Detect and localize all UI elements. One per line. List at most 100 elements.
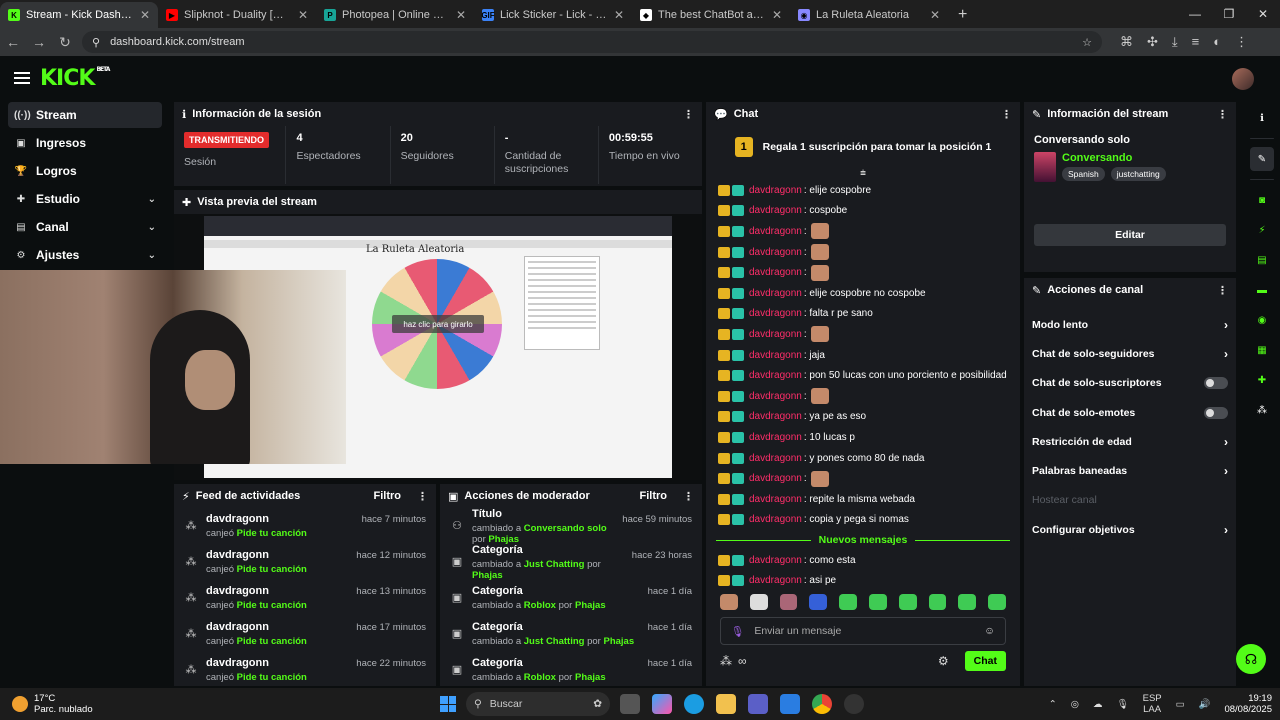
browser-tab[interactable]: K Stream - Kick Dashboard ✕ — [0, 2, 158, 28]
feed-filter-button[interactable]: Filtro — [374, 490, 402, 502]
emote-icon[interactable] — [749, 594, 768, 611]
cloud-icon[interactable]: ☁ — [1093, 699, 1103, 710]
more-options-icon[interactable]: ⋮ — [1217, 108, 1228, 121]
channel-action-item[interactable]: Modo lento › — [1024, 310, 1236, 339]
scroll-anchor-icon[interactable]: ⩧ — [706, 168, 1020, 180]
channel-action-item[interactable]: Chat de solo-emotes — [1024, 398, 1236, 427]
kick-logo[interactable]: KICK BETA — [40, 66, 110, 91]
feed-user[interactable]: davdragonn — [206, 585, 348, 597]
category-name[interactable]: Conversando — [1062, 152, 1166, 164]
forward-icon[interactable]: → — [26, 34, 52, 50]
windows-start-icon[interactable] — [440, 696, 456, 712]
tray-app-icon[interactable]: ◎ — [1071, 699, 1079, 710]
edge-icon[interactable] — [684, 694, 704, 714]
network-icon[interactable]: ▭ — [1176, 699, 1185, 710]
url-field[interactable]: ⚲ dashboard.kick.com/stream ☆ — [82, 31, 1102, 53]
obs-icon[interactable] — [844, 694, 864, 714]
new-tab-button[interactable]: + — [948, 2, 977, 28]
chat-username[interactable]: davdragonn — [749, 267, 802, 278]
emote-icon[interactable] — [779, 594, 798, 611]
mod-filter-button[interactable]: Filtro — [640, 490, 668, 502]
download-icon[interactable]: ⤓ — [1172, 34, 1178, 50]
chat-username[interactable]: davdragonn — [749, 247, 802, 258]
lightning-icon[interactable]: ⚡ — [1250, 218, 1274, 242]
reading-list-icon[interactable]: ≡ — [1192, 34, 1200, 50]
feed-user[interactable]: davdragonn — [206, 621, 348, 633]
chevron-down-icon[interactable]: ⌄ — [148, 250, 156, 261]
copilot-icon[interactable] — [652, 694, 672, 714]
mod-action-moderator[interactable]: Phajas — [603, 636, 634, 647]
extensions-icon[interactable]: ✣ — [1147, 34, 1158, 50]
browser-tab[interactable]: GIF Lick Sticker - Lick - Descubrir y com… — [474, 2, 632, 28]
tray-chevron-icon[interactable]: ⌃ — [1049, 699, 1057, 710]
points-icon[interactable]: ⁂ — [1250, 398, 1274, 422]
chevron-down-icon[interactable]: ⌄ — [148, 194, 156, 205]
chat-username[interactable]: davdragonn — [749, 432, 802, 443]
info-icon[interactable]: ℹ — [1250, 106, 1274, 130]
chat-username[interactable]: davdragonn — [749, 473, 802, 484]
mic-icon[interactable]: 🎙 — [1117, 699, 1129, 710]
file-explorer-icon[interactable] — [620, 694, 640, 714]
chat-username[interactable]: davdragonn — [749, 329, 802, 340]
chat-username[interactable]: davdragonn — [749, 205, 802, 216]
sidebar-item-logros[interactable]: 🏆 Logros — [8, 158, 162, 184]
edit-pencil-icon[interactable]: ✎ — [1250, 147, 1274, 171]
sidebar-item-estudio[interactable]: ✚ Estudio ⌄ — [8, 186, 162, 212]
more-options-icon[interactable]: ⋮ — [417, 490, 428, 503]
system-clock[interactable]: 19:19 08/08/2025 — [1224, 693, 1272, 715]
translate-icon[interactable]: ⌘ — [1120, 34, 1133, 50]
chat-icon[interactable]: ▬ — [1250, 278, 1274, 302]
browser-tab[interactable]: ◆ The best ChatBot and Widgets for Kick ✕ — [632, 2, 790, 28]
more-options-icon[interactable]: ⋮ — [683, 108, 694, 121]
chat-username[interactable]: davdragonn — [749, 514, 802, 525]
user-avatar[interactable] — [1232, 68, 1254, 90]
channel-action-item[interactable]: Chat de solo-suscriptores — [1024, 369, 1236, 398]
microphone-icon[interactable]: 🎙 — [731, 625, 744, 638]
sidebar-item-canal[interactable]: ▤ Canal ⌄ — [8, 214, 162, 240]
channel-action-item[interactable]: Restricción de edad › — [1024, 427, 1236, 456]
channel-action-item[interactable]: Palabras baneadas › — [1024, 456, 1236, 485]
bookmark-star-icon[interactable]: ☆ — [1082, 36, 1092, 49]
chevron-down-icon[interactable]: ⌄ — [148, 222, 156, 233]
weather-widget[interactable]: 17°C Parc. nublado — [0, 693, 93, 715]
support-chat-button[interactable]: ☊ — [1236, 644, 1266, 674]
chat-message-input[interactable]: 🎙 Enviar un mensaje ☺ — [720, 617, 1006, 646]
sidebar-item-ajustes[interactable]: ⚙ Ajustes ⌄ — [8, 242, 162, 268]
wrench-tool-icon[interactable]: ✚ — [1250, 368, 1274, 392]
tab-close-icon[interactable]: ✕ — [772, 8, 782, 22]
browser-tab[interactable]: ◉ La Ruleta Aleatoria ✕ — [790, 2, 948, 28]
hamburger-menu-icon[interactable] — [14, 72, 30, 84]
emote-icon[interactable] — [958, 594, 977, 611]
broadcast-icon[interactable]: ◉ — [1250, 308, 1274, 332]
chat-username[interactable]: davdragonn — [749, 185, 802, 196]
sidebar-item-stream[interactable]: ((·)) Stream — [8, 102, 162, 128]
pinned-gift-banner[interactable]: 1 Regala 1 suscripción para tomar la posi… — [706, 126, 1020, 168]
mod-action-moderator[interactable]: Phajas — [575, 672, 606, 683]
tab-close-icon[interactable]: ✕ — [456, 8, 466, 22]
emote-icon[interactable] — [809, 594, 828, 611]
more-options-icon[interactable]: ⋮ — [683, 490, 694, 503]
channel-action-item[interactable]: Configurar objetivos › — [1024, 515, 1236, 544]
channel-action-item[interactable]: Chat de solo-seguidores › — [1024, 339, 1236, 368]
more-options-icon[interactable]: ⋮ — [1217, 284, 1228, 297]
browser-tab[interactable]: ▶ Slipknot - Duality [OFFICIAL VIDEO] ✕ — [158, 2, 316, 28]
mod-action-moderator[interactable]: Phajas — [472, 570, 503, 581]
reload-icon[interactable]: ↻ — [52, 34, 78, 51]
language-indicator[interactable]: ESP LAA — [1143, 693, 1162, 715]
feed-user[interactable]: davdragonn — [206, 657, 348, 669]
emote-icon[interactable] — [868, 594, 887, 611]
teams-icon[interactable] — [748, 694, 768, 714]
toggle-switch[interactable] — [1204, 377, 1228, 390]
chat-username[interactable]: davdragonn — [749, 288, 802, 299]
infinity-icon[interactable]: ∞ — [738, 654, 747, 668]
minimize-icon[interactable]: — — [1178, 0, 1212, 28]
feed-user[interactable]: davdragonn — [206, 513, 354, 525]
chat-username[interactable]: davdragonn — [749, 391, 802, 402]
clipboard-icon[interactable]: ▤ — [1250, 248, 1274, 272]
toggle-switch[interactable] — [1204, 406, 1228, 419]
emote-icon[interactable] — [839, 594, 857, 611]
tab-close-icon[interactable]: ✕ — [614, 8, 624, 22]
more-options-icon[interactable]: ⋮ — [1001, 108, 1012, 121]
volume-icon[interactable]: 🔊 — [1199, 699, 1211, 710]
taskbar-search[interactable]: ⚲ Buscar ✿ — [466, 692, 610, 716]
